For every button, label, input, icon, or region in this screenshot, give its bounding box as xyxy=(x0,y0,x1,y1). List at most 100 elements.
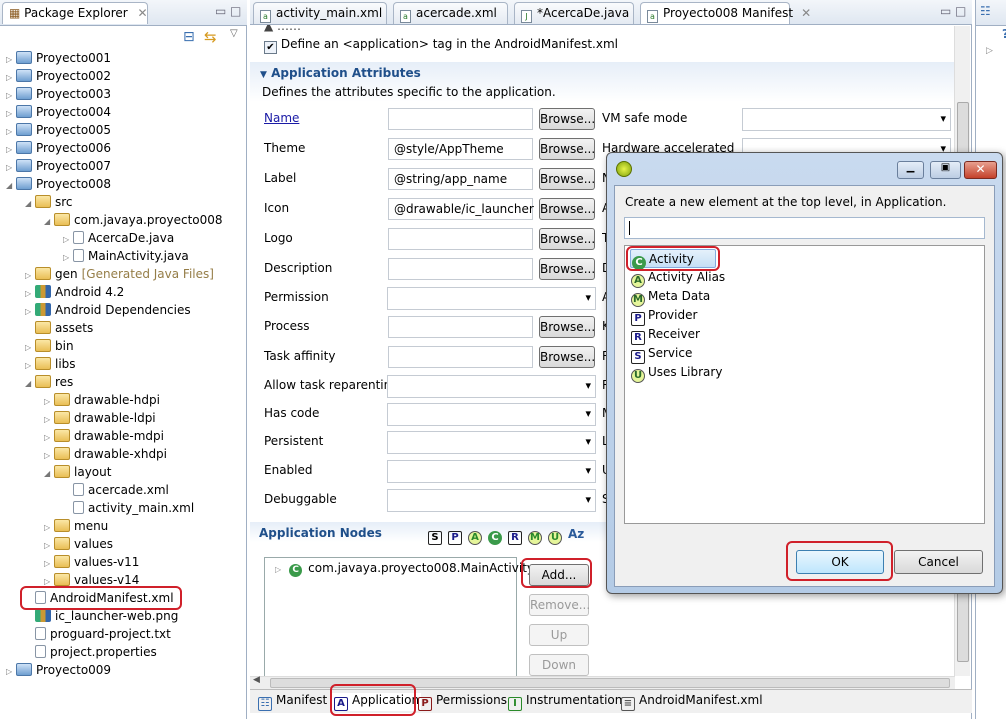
close-window-button[interactable]: ✕ xyxy=(964,161,997,179)
field-input[interactable] xyxy=(388,108,533,130)
filter-c-icon[interactable]: C xyxy=(488,531,502,545)
filter-s-icon[interactable]: S xyxy=(428,531,442,545)
tree-item[interactable]: ▷ Proyecto001 xyxy=(6,49,111,67)
tree-item[interactable]: ▷ gen [Generated Java Files] xyxy=(25,265,214,283)
expand-arrow-icon[interactable]: ▷ xyxy=(275,565,281,574)
tree-item[interactable]: ▷ Android 4.2 xyxy=(25,283,124,301)
tree-item[interactable]: ▷ Proyecto006 xyxy=(6,139,111,157)
browse-button[interactable]: Browse... xyxy=(539,138,595,160)
browse-button[interactable]: Browse... xyxy=(539,198,595,220)
minimize-window-button[interactable]: ▁ xyxy=(897,161,924,179)
browse-button[interactable]: Browse... xyxy=(539,258,595,280)
field-select[interactable] xyxy=(387,431,596,454)
field-input[interactable]: @style/AppTheme xyxy=(388,138,533,160)
tree-item[interactable]: ◢ Proyecto008 xyxy=(6,175,111,193)
expanded-arrow-icon[interactable]: ◢ xyxy=(44,213,54,231)
field-input[interactable] xyxy=(388,346,533,368)
tab-package-explorer[interactable]: ▦ Package Explorer ✕ xyxy=(2,2,148,24)
tree-item[interactable]: ▷ libs xyxy=(25,355,76,373)
field-select[interactable] xyxy=(387,460,596,483)
list-item-service[interactable]: S Service xyxy=(630,344,692,364)
field-select[interactable] xyxy=(387,287,596,310)
tree-item[interactable]: ▷ Android Dependencies xyxy=(25,301,191,319)
field-select[interactable] xyxy=(742,108,951,131)
filter-r-icon[interactable]: R xyxy=(508,531,522,545)
close-icon[interactable]: ✕ xyxy=(138,6,148,20)
filter-u-icon[interactable]: U xyxy=(548,531,562,545)
tree-item[interactable]: ▷ MainActivity.java xyxy=(63,247,189,265)
tree-item[interactable]: ▷ menu xyxy=(44,517,108,535)
tree-item[interactable]: ▷ Proyecto005 xyxy=(6,121,111,139)
maximize-icon[interactable]: □ xyxy=(955,4,966,18)
define-application-checkbox[interactable]: ✔ Define an <application> tag in the And… xyxy=(264,37,618,54)
field-select[interactable] xyxy=(387,403,596,426)
expanded-arrow-icon[interactable]: ◢ xyxy=(44,465,54,483)
bottom-tab-instrumentation[interactable]: I Instrumentation xyxy=(506,693,624,711)
expand-icon[interactable]: ▷ xyxy=(986,46,993,56)
list-item-meta-data[interactable]: M Meta Data xyxy=(630,287,710,307)
tree-item[interactable]: proguard-project.txt xyxy=(25,625,171,643)
list-item-receiver[interactable]: R Receiver xyxy=(630,325,700,345)
node-item[interactable]: ▷ Ccom.javaya.proyecto008.MainActivity xyxy=(275,561,534,577)
field-input[interactable]: @drawable/ic_launcher xyxy=(388,198,534,220)
bottom-tab-manifest[interactable]: ☷ Manifest xyxy=(256,693,329,711)
filter-m-icon[interactable]: M xyxy=(528,531,542,545)
tree-item[interactable]: assets xyxy=(25,319,93,337)
tree-item[interactable]: ▷ drawable-mdpi xyxy=(44,427,164,445)
collapse-all-icon[interactable]: ⊟ xyxy=(183,29,195,45)
tree-item[interactable]: ◢ src xyxy=(25,193,73,211)
expanded-arrow-icon[interactable]: ◢ xyxy=(25,375,35,393)
tree-item[interactable]: ▷ Proyecto002 xyxy=(6,67,111,85)
maximize-window-button[interactable]: ▣ xyxy=(930,161,961,179)
field-input[interactable]: @string/app_name xyxy=(388,168,533,190)
editor-tab[interactable]: J *AcercaDe.java xyxy=(514,2,634,24)
checkbox[interactable]: ✔ xyxy=(264,41,277,54)
tree-item[interactable]: ▷ Proyecto004 xyxy=(6,103,111,121)
tree-item[interactable]: ▷ AcercaDe.java xyxy=(63,229,174,247)
browse-button[interactable]: Browse... xyxy=(539,346,595,368)
collapsed-arrow-icon[interactable]: ▷ xyxy=(6,663,16,681)
field-label[interactable]: Name xyxy=(264,111,299,125)
expanded-arrow-icon[interactable]: ◢ xyxy=(6,177,16,195)
application-nodes-tree[interactable]: ▷ Ccom.javaya.proyecto008.MainActivity xyxy=(264,557,534,682)
tree-item[interactable]: acercade.xml xyxy=(63,481,169,499)
tree-item[interactable]: ▷ bin xyxy=(25,337,74,355)
filter-a-icon[interactable]: A xyxy=(468,531,482,545)
up-button[interactable]: Up xyxy=(529,624,589,646)
down-button[interactable]: Down xyxy=(529,654,589,676)
tree-item[interactable]: activity_main.xml xyxy=(63,499,194,517)
editor-tab[interactable]: a activity_main.xml xyxy=(253,2,387,24)
tree-item[interactable]: ▷ drawable-hdpi xyxy=(44,391,160,409)
tree-item[interactable]: ▷ Proyecto007 xyxy=(6,157,111,175)
list-item-provider[interactable]: P Provider xyxy=(630,306,697,326)
tree-item[interactable]: ▷ Proyecto003 xyxy=(6,85,111,103)
cancel-button[interactable]: Cancel xyxy=(894,550,983,574)
collapse-section-icon[interactable]: ▼ xyxy=(260,70,267,80)
field-input[interactable] xyxy=(388,316,533,338)
maximize-icon[interactable]: □ xyxy=(230,4,241,18)
bottom-tab-androidmanifest-xml[interactable]: ≡ AndroidManifest.xml xyxy=(619,693,765,711)
link-with-editor-icon[interactable]: ⇆ xyxy=(204,28,217,46)
tree-item[interactable]: ▷ Proyecto009 xyxy=(6,661,111,679)
section-application-attributes[interactable]: ▼ Application Attributes xyxy=(260,66,421,80)
tree-item[interactable]: ◢ layout xyxy=(44,463,111,481)
view-menu-icon[interactable]: ▽ xyxy=(230,28,238,39)
filter-az-icon[interactable]: Az xyxy=(568,527,584,541)
remove-button[interactable]: Remove... xyxy=(529,594,590,616)
browse-button[interactable]: Browse... xyxy=(539,228,595,250)
tree-item[interactable]: ▷ drawable-ldpi xyxy=(44,409,156,427)
list-item-uses-library[interactable]: U Uses Library xyxy=(630,363,722,383)
filter-input[interactable] xyxy=(624,217,985,239)
minimize-icon[interactable]: ▭ xyxy=(215,4,226,18)
browse-button[interactable]: Browse... xyxy=(539,168,595,190)
bottom-tab-permissions[interactable]: P Permissions xyxy=(416,693,509,711)
tree-item[interactable]: project.properties xyxy=(25,643,157,661)
field-input[interactable] xyxy=(388,228,533,250)
field-select[interactable] xyxy=(387,375,596,398)
expanded-arrow-icon[interactable]: ◢ xyxy=(25,195,35,213)
tree-item[interactable]: ◢ res xyxy=(25,373,73,391)
editor-tab[interactable]: a acercade.xml xyxy=(393,2,508,24)
editor-tab[interactable]: a Proyecto008 Manifest ✕ xyxy=(640,2,811,24)
browse-button[interactable]: Browse... xyxy=(539,108,595,130)
filter-p-icon[interactable]: P xyxy=(448,531,462,545)
